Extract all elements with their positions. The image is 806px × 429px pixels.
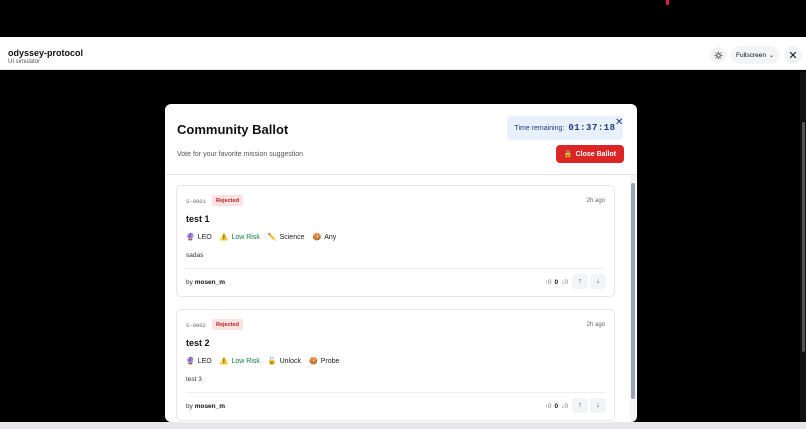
modal-scroll-thumb[interactable] bbox=[631, 183, 635, 399]
upvote-button[interactable]: ↑ bbox=[572, 398, 588, 413]
target-tag: 🍪 Any bbox=[312, 233, 337, 242]
card-divider bbox=[186, 392, 605, 393]
risk-label: Low Risk bbox=[231, 233, 260, 241]
author-prefix: by bbox=[186, 279, 193, 286]
downvote-count: ↓0 bbox=[561, 403, 568, 410]
suggestion-description: sadas bbox=[186, 252, 204, 259]
close-app-button[interactable]: ✕ bbox=[784, 46, 802, 64]
target-icon: 🍪 bbox=[308, 358, 318, 365]
target-icon: 🍪 bbox=[312, 234, 322, 241]
card-divider bbox=[186, 268, 605, 269]
suggestion-id: S-0002 bbox=[186, 322, 206, 329]
suggestion-list: S-0001 Rejected 2h ago test 1 🔮 LEO ⚠️ Low… bbox=[165, 175, 637, 422]
suggestion-description: test 3 bbox=[186, 376, 202, 383]
suggestion-id: S-0001 bbox=[186, 198, 206, 205]
category-label: Science bbox=[279, 233, 305, 241]
modal-title: Community Ballot bbox=[177, 122, 289, 137]
downvote-button[interactable]: ↓ bbox=[590, 398, 606, 413]
author-name: mosen_m bbox=[194, 279, 226, 286]
orbit-tag: 🔮 LEO bbox=[186, 233, 212, 242]
author-name: mosen_m bbox=[194, 403, 226, 410]
target-tag: 🍪 Probe bbox=[308, 357, 340, 366]
suggestion-tags: 🔮 LEO ⚠️ Low Risk 🔓 Unlock 🍪 Probe bbox=[186, 357, 340, 366]
close-ballot-label: Close Ballot bbox=[575, 150, 617, 158]
close-ballot-button[interactable]: 🔒 Close Ballot bbox=[556, 145, 624, 163]
taskbar bbox=[0, 422, 806, 429]
upvote-button[interactable]: ↑ bbox=[572, 274, 588, 289]
orbit-tag: 🔮 LEO bbox=[186, 357, 212, 366]
app-title: odyssey-protocol bbox=[8, 48, 84, 58]
timer-value: 01:37:18 bbox=[568, 123, 616, 133]
risk-label: Low Risk bbox=[231, 357, 260, 365]
warning-icon: ⚠️ bbox=[219, 234, 229, 241]
arrow-up-icon: ↑ bbox=[578, 278, 582, 285]
theme-toggle-button[interactable] bbox=[710, 47, 726, 63]
category-label: Unlock bbox=[279, 357, 301, 365]
page-scroll-thumb[interactable] bbox=[802, 122, 805, 352]
top-black-band bbox=[0, 0, 806, 37]
target-label: Any bbox=[324, 233, 337, 241]
vote-score: 0 bbox=[554, 279, 559, 286]
upvote-count: ↑0 bbox=[544, 279, 552, 286]
author-prefix: by bbox=[186, 403, 193, 410]
orbit-icon: 🔮 bbox=[186, 234, 195, 241]
recording-indicator bbox=[666, 0, 669, 5]
suggestion-author: by mosen_m bbox=[186, 279, 225, 286]
arrow-up-icon: ↑ bbox=[578, 402, 582, 409]
suggestion-tags: 🔮 LEO ⚠️ Low Risk ✏️ Science 🍪 Any bbox=[186, 233, 337, 242]
ballot-modal: Community Ballot Vote for your favorite … bbox=[165, 104, 637, 422]
status-badge: Rejected bbox=[212, 319, 243, 330]
vote-score: 0 bbox=[554, 403, 559, 410]
sun-icon bbox=[713, 50, 723, 60]
vote-counts: ↑0 0 ↓0 bbox=[545, 403, 568, 410]
app-header: odyssey-protocol UI simulator bbox=[0, 37, 806, 70]
suggestion-title: test 1 bbox=[186, 214, 210, 224]
app-subtitle: UI simulator bbox=[8, 59, 41, 65]
fullscreen-button[interactable]: Fullscreen ⌄ bbox=[731, 46, 779, 64]
arrow-down-icon: ↓ bbox=[596, 402, 600, 409]
timer-label: Time remaining: bbox=[514, 124, 565, 132]
suggestion-time: 2h ago bbox=[586, 322, 605, 328]
close-icon: ✕ bbox=[788, 49, 798, 62]
status-badge: Rejected bbox=[212, 195, 243, 206]
target-label: Probe bbox=[320, 357, 340, 365]
vote-counts: ↑0 0 ↓0 bbox=[545, 279, 568, 286]
arrow-down-icon: ↓ bbox=[596, 278, 600, 285]
warning-icon: ⚠️ bbox=[219, 358, 229, 365]
suggestion-author: by mosen_m bbox=[186, 403, 225, 410]
modal-subtitle: Vote for your favorite mission suggestio… bbox=[177, 151, 304, 158]
time-remaining-badge: Time remaining: 01:37:18 bbox=[507, 116, 623, 140]
pencil-icon: ✏️ bbox=[267, 234, 277, 241]
unlock-icon: 🔓 bbox=[267, 358, 277, 365]
chevron-down-icon: ⌄ bbox=[768, 52, 774, 59]
risk-tag: ⚠️ Low Risk bbox=[219, 233, 260, 242]
modal-close-icon[interactable]: ✕ bbox=[615, 117, 623, 128]
downvote-count: ↓0 bbox=[561, 279, 568, 286]
suggestion-card: S-0002 Rejected 2h ago test 2 🔮 LEO ⚠️ Low… bbox=[176, 309, 615, 421]
category-tag: ✏️ Science bbox=[267, 233, 305, 242]
fullscreen-label: Fullscreen bbox=[735, 51, 766, 59]
suggestion-time: 2h ago bbox=[586, 198, 605, 204]
suggestion-title: test 2 bbox=[186, 338, 210, 348]
lock-icon: 🔒 bbox=[563, 151, 573, 158]
upvote-count: ↑0 bbox=[544, 403, 552, 410]
orbit-label: LEO bbox=[197, 357, 212, 365]
suggestion-card: S-0001 Rejected 2h ago test 1 🔮 LEO ⚠️ Low… bbox=[176, 185, 615, 297]
orbit-label: LEO bbox=[197, 233, 212, 241]
orbit-icon: 🔮 bbox=[186, 358, 195, 365]
downvote-button[interactable]: ↓ bbox=[590, 274, 606, 289]
category-tag: 🔓 Unlock bbox=[267, 357, 301, 366]
risk-tag: ⚠️ Low Risk bbox=[219, 357, 260, 366]
